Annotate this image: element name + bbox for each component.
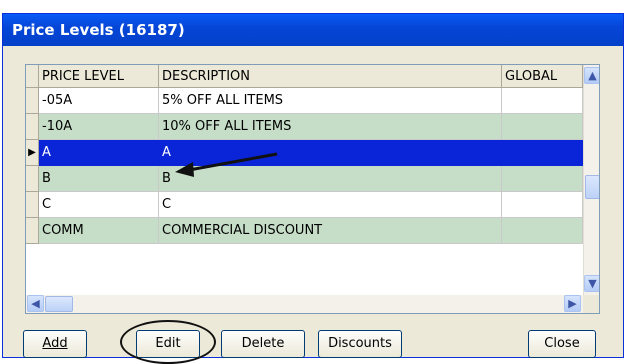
cell-global[interactable] xyxy=(502,88,583,114)
horizontal-scrollbar[interactable]: ◀ ▶ xyxy=(26,295,583,313)
cell-global[interactable] xyxy=(502,114,583,140)
table-row[interactable]: -05A 5% OFF ALL ITEMS xyxy=(26,88,583,114)
add-label: Add xyxy=(42,336,68,351)
window-title: Price Levels (16187) xyxy=(12,21,185,39)
table-row[interactable]: COMM COMMERCIAL DISCOUNT xyxy=(26,218,583,244)
cell-description[interactable]: 10% OFF ALL ITEMS xyxy=(159,114,502,140)
cell-global[interactable] xyxy=(502,166,583,192)
cell-global[interactable] xyxy=(502,218,583,244)
cell-description[interactable]: 5% OFF ALL ITEMS xyxy=(159,88,502,114)
cell-price-level[interactable]: B xyxy=(39,166,159,192)
horizontal-scroll-thumb[interactable] xyxy=(45,296,73,312)
row-indicator[interactable] xyxy=(26,88,39,114)
discounts-label: Discounts xyxy=(328,336,392,351)
cell-price-level[interactable]: -05A xyxy=(39,88,159,114)
row-indicator-header xyxy=(26,65,39,88)
row-indicator[interactable] xyxy=(26,114,39,140)
scroll-down-icon[interactable]: ▼ xyxy=(584,275,599,292)
scroll-right-icon[interactable]: ▶ xyxy=(564,295,581,312)
cell-price-level[interactable]: COMM xyxy=(39,218,159,244)
cell-description[interactable]: C xyxy=(159,192,502,218)
column-header-global[interactable]: GLOBAL xyxy=(502,65,583,88)
current-row-indicator[interactable]: ▶ xyxy=(26,140,39,166)
vertical-scroll-thumb[interactable] xyxy=(585,175,599,199)
delete-label: Delete xyxy=(241,336,285,351)
row-indicator[interactable] xyxy=(26,166,39,192)
row-indicator[interactable] xyxy=(26,218,39,244)
table-row[interactable]: -10A 10% OFF ALL ITEMS xyxy=(26,114,583,140)
annotation-arrow-icon xyxy=(175,152,278,177)
highlight-ellipse xyxy=(120,320,216,364)
cell-description[interactable]: COMMERCIAL DISCOUNT xyxy=(159,218,502,244)
table-row[interactable]: BB xyxy=(26,166,583,192)
grid-area: PRICE LEVEL DESCRIPTION GLOBAL -05A 5% OF… xyxy=(26,65,583,295)
title-bar[interactable]: Price Levels (16187) xyxy=(3,14,623,46)
scroll-up-icon[interactable]: ▲ xyxy=(584,67,599,84)
close-label: Close xyxy=(544,336,580,351)
add-button[interactable]: Add xyxy=(23,330,87,358)
table-row[interactable]: ▶ A A xyxy=(26,140,583,166)
scroll-left-icon[interactable]: ◀ xyxy=(27,295,44,312)
price-levels-window: Price Levels (16187) PRICE LEVEL DESCRIP… xyxy=(2,13,624,364)
cell-price-level[interactable]: -10A xyxy=(39,114,159,140)
close-button[interactable]: Close xyxy=(528,330,596,358)
scrollbar-corner xyxy=(583,295,599,313)
column-header-price-level[interactable]: PRICE LEVEL xyxy=(39,65,159,88)
column-header-description[interactable]: DESCRIPTION xyxy=(159,65,502,88)
discounts-button[interactable]: Discounts xyxy=(318,330,402,358)
table-row[interactable]: CC xyxy=(26,192,583,218)
vertical-scrollbar[interactable]: ▲ ▼ xyxy=(583,65,599,295)
cell-global[interactable] xyxy=(502,140,583,166)
row-indicator[interactable] xyxy=(26,192,39,218)
cell-global[interactable] xyxy=(502,192,583,218)
delete-button[interactable]: Delete xyxy=(221,330,305,358)
cell-price-level[interactable]: A xyxy=(39,140,159,166)
cell-price-level[interactable]: C xyxy=(39,192,159,218)
price-levels-grid: PRICE LEVEL DESCRIPTION GLOBAL -05A 5% OF… xyxy=(25,64,600,314)
